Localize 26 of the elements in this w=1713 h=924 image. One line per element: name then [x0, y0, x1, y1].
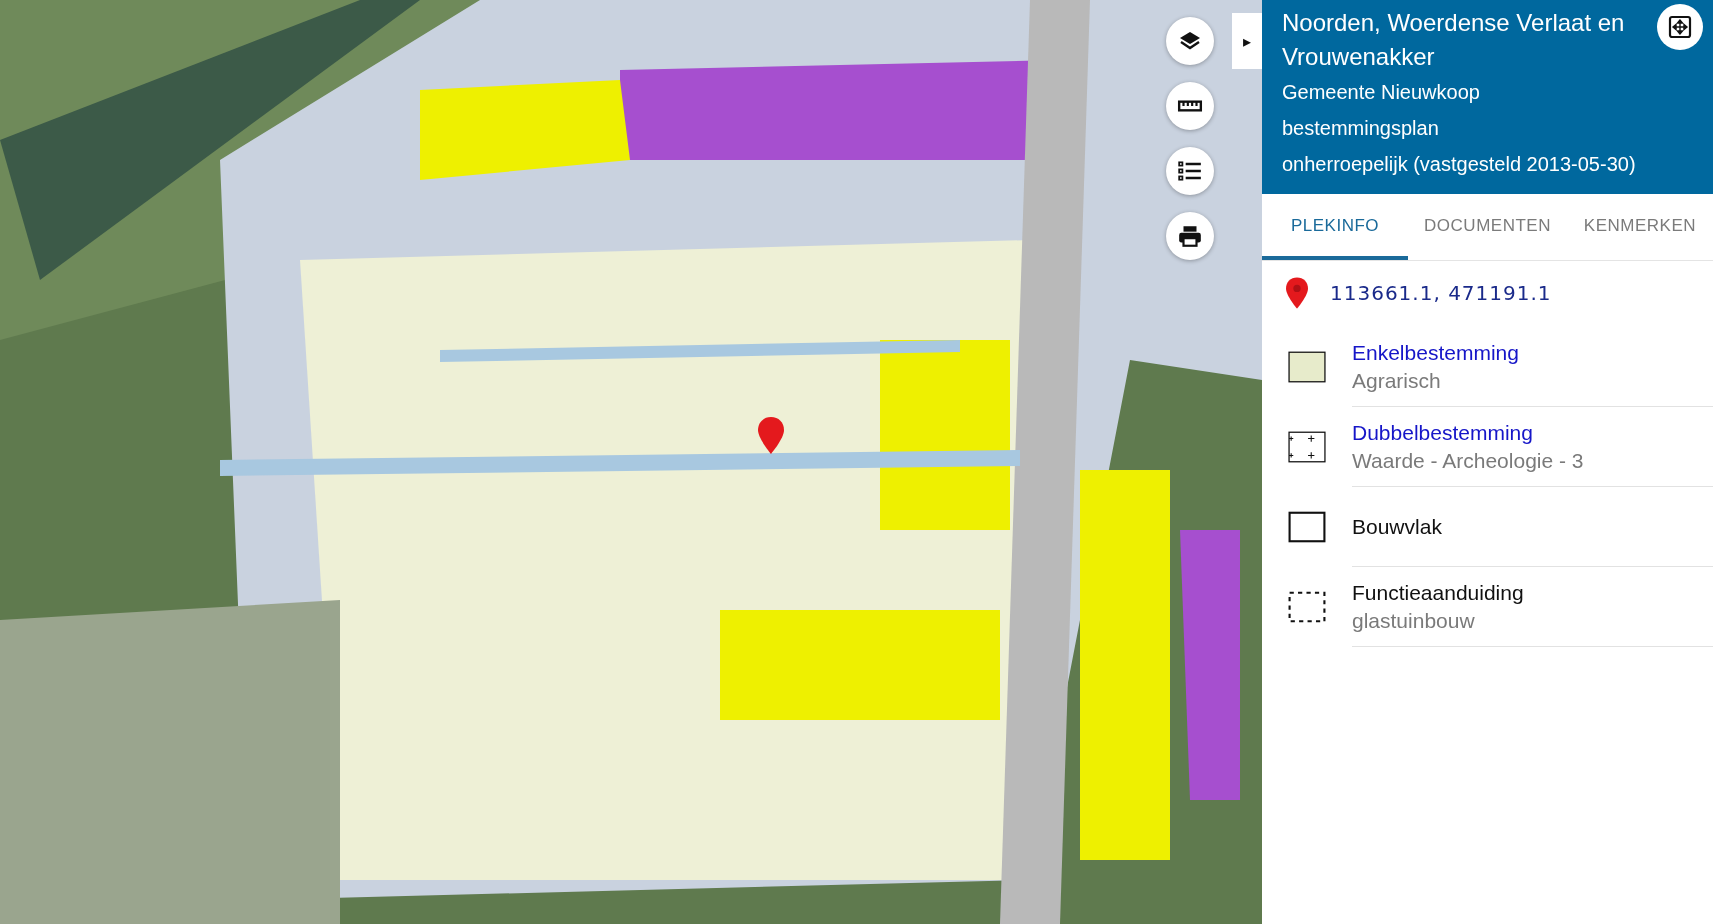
legend-swatch-icon	[1288, 351, 1326, 383]
plan-info: onherroepelijk (vastgesteld 2013-05-30)	[1282, 152, 1637, 177]
fullscreen-icon	[1668, 15, 1692, 39]
legend-swatch-icon	[1288, 511, 1326, 543]
location-pin-icon	[1286, 277, 1308, 309]
legend-link[interactable]: Dubbelbestemming	[1352, 418, 1713, 447]
collapse-toggle[interactable]: ▸	[1232, 13, 1262, 69]
tab[interactable]: KENMERKEN	[1566, 194, 1713, 260]
legend-subtitle: Agrarisch	[1352, 367, 1442, 394]
legend-swatch-icon	[1288, 591, 1326, 623]
fullscreen-button[interactable]	[1657, 4, 1703, 50]
printer-icon	[1177, 223, 1203, 249]
legend-title: Functieaanduiding	[1352, 579, 1525, 606]
legend-title: Bouwvlak	[1352, 513, 1443, 540]
coordinates: 113661.1, 471191.1	[1330, 281, 1552, 305]
plan-info: bestemmingsplan	[1282, 116, 1440, 141]
plan-title: Noorden, Woerdense Verlaat en Vrouwenakker	[1282, 8, 1626, 72]
legend-subtitle: Waarde - Archeologie - 3	[1352, 447, 1585, 474]
legend-subtitle: glastuinbouw	[1352, 607, 1476, 634]
list-icon	[1177, 158, 1203, 184]
legend-link[interactable]: Enkelbestemming	[1352, 338, 1713, 367]
legend-swatch-icon	[1288, 431, 1326, 463]
map-marker-icon	[758, 417, 784, 454]
plan-info: Gemeente Nieuwkoop	[1282, 80, 1481, 105]
tab[interactable]: DOCUMENTEN	[1408, 194, 1567, 260]
tab[interactable]: PLEKINFO	[1262, 194, 1409, 260]
